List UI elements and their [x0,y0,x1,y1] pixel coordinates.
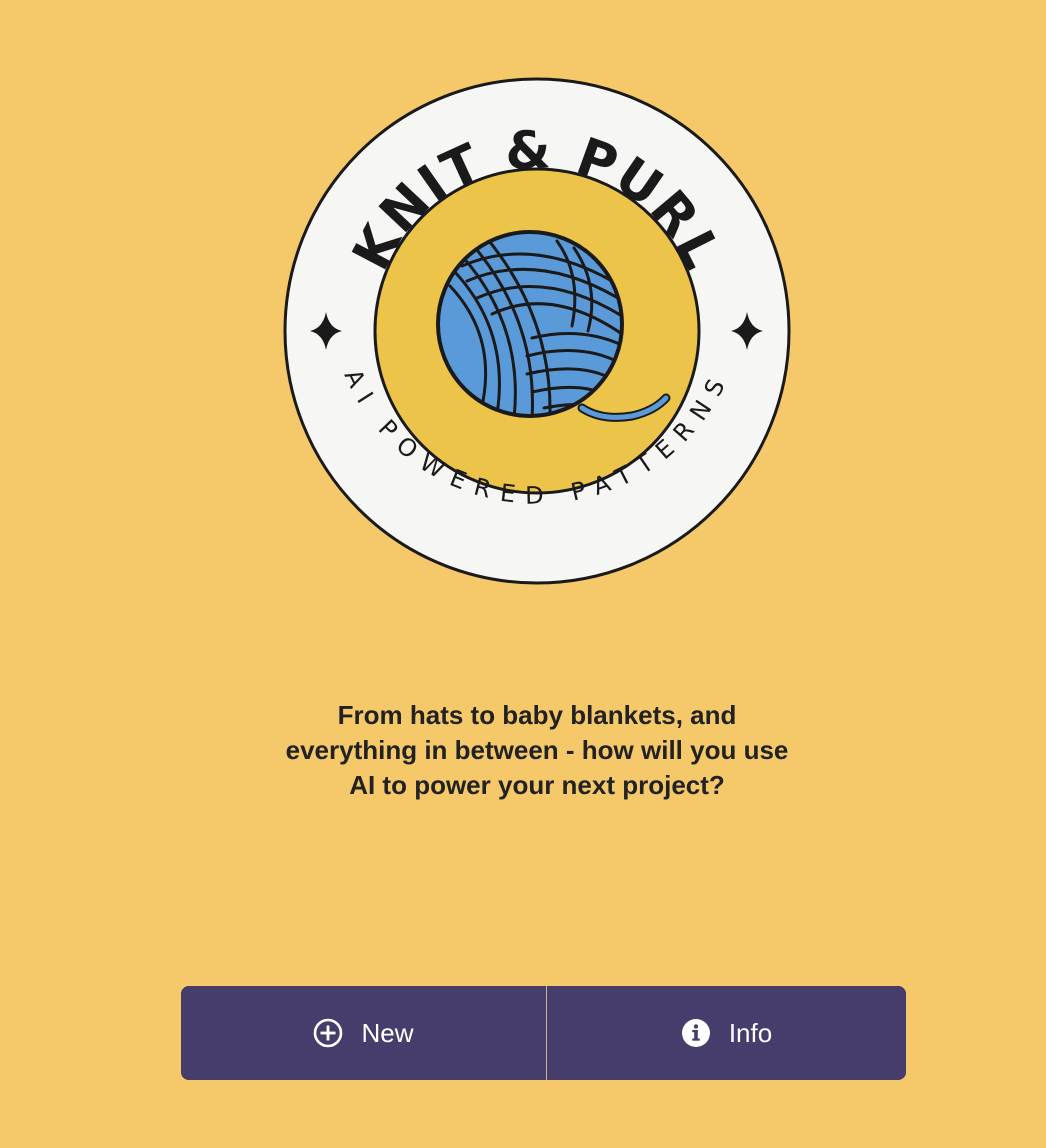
tagline: From hats to baby blankets, and everythi… [285,700,789,800]
action-bar: New Info [181,986,906,1080]
info-button[interactable]: Info [547,986,906,1080]
info-button-label: Info [728,1017,773,1048]
new-button-label: New [361,1017,414,1048]
info-circle-icon [681,1018,711,1048]
plus-circle-icon [313,1018,343,1048]
new-button[interactable]: New [181,986,547,1080]
app-logo: KNIT & PURL AI POWERED PATTERNS [282,76,792,586]
